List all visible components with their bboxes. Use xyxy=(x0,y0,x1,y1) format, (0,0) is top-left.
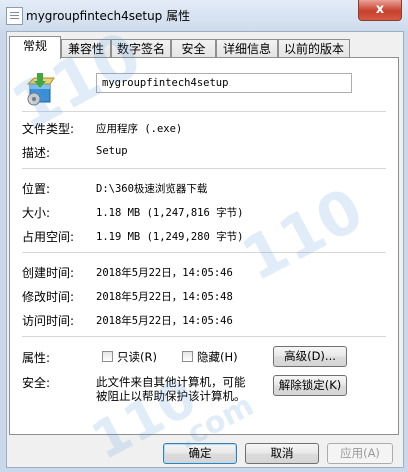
unblock-button[interactable]: 解除锁定(K) xyxy=(273,375,347,396)
cancel-button[interactable]: 取消 xyxy=(245,443,319,464)
divider xyxy=(22,168,386,169)
security-label: 安全: xyxy=(22,376,51,390)
dialog-body: 常规 兼容性 数字签名 安全 详细信息 以前的版本 mygroupfintech… xyxy=(6,31,404,468)
close-button[interactable]: x xyxy=(358,0,402,21)
location-label: 位置: xyxy=(22,182,51,196)
accessed-label: 访问时间: xyxy=(22,314,75,328)
readonly-checkbox[interactable] xyxy=(102,351,113,362)
file-type-value: 应用程序 (.exe) xyxy=(96,123,183,135)
divider xyxy=(22,111,386,112)
modified-value: 2018年5月22日，14:05:48 xyxy=(96,291,233,303)
security-message-line2: 被阻止以帮助保护该计算机。 xyxy=(96,389,246,403)
title-bar[interactable]: mygroupfintech4setup 属性 x xyxy=(0,0,408,30)
file-type-label: 文件类型: xyxy=(22,122,75,136)
file-name-field[interactable]: mygroupfintech4setup xyxy=(96,73,352,93)
tab-previous-versions[interactable]: 以前的版本 xyxy=(278,39,350,58)
ok-button[interactable]: 确定 xyxy=(163,443,237,464)
general-panel: mygroupfintech4setup 文件类型: 应用程序 (.exe) 描… xyxy=(9,57,399,435)
created-value: 2018年5月22日，14:05:46 xyxy=(96,267,233,279)
divider xyxy=(22,252,386,253)
tab-security[interactable]: 安全 xyxy=(171,39,216,58)
attributes-label: 属性: xyxy=(22,351,51,365)
description-value: Setup xyxy=(96,145,128,157)
tab-strip: 常规 兼容性 数字签名 安全 详细信息 以前的版本 xyxy=(9,36,401,59)
tab-digital-signatures[interactable]: 数字签名 xyxy=(111,39,171,58)
modified-label: 修改时间: xyxy=(22,290,75,304)
size-on-disk-label: 占用空间: xyxy=(22,230,75,244)
accessed-value: 2018年5月22日，14:05:46 xyxy=(96,315,233,327)
window-title: mygroupfintech4setup 属性 xyxy=(26,9,191,23)
readonly-label[interactable]: 只读(R) xyxy=(117,349,157,365)
apply-button[interactable]: 应用(A) xyxy=(327,443,393,464)
created-label: 创建时间: xyxy=(22,266,75,280)
description-label: 描述: xyxy=(22,146,51,160)
divider xyxy=(22,336,386,337)
tab-details[interactable]: 详细信息 xyxy=(216,39,278,58)
tab-compatibility[interactable]: 兼容性 xyxy=(61,39,111,58)
file-properties-icon xyxy=(6,7,23,25)
setup-package-icon xyxy=(26,73,55,106)
size-value: 1.18 MB (1,247,816 字节) xyxy=(96,207,244,219)
location-value: D:\360极速浏览器下载 xyxy=(96,183,208,195)
tab-general[interactable]: 常规 xyxy=(9,36,61,59)
hidden-label[interactable]: 隐藏(H) xyxy=(197,349,238,365)
hidden-checkbox[interactable] xyxy=(182,351,193,362)
advanced-button[interactable]: 高级(D)... xyxy=(273,346,347,367)
size-on-disk-value: 1.19 MB (1,249,280 字节) xyxy=(96,231,244,243)
size-label: 大小: xyxy=(22,206,51,220)
